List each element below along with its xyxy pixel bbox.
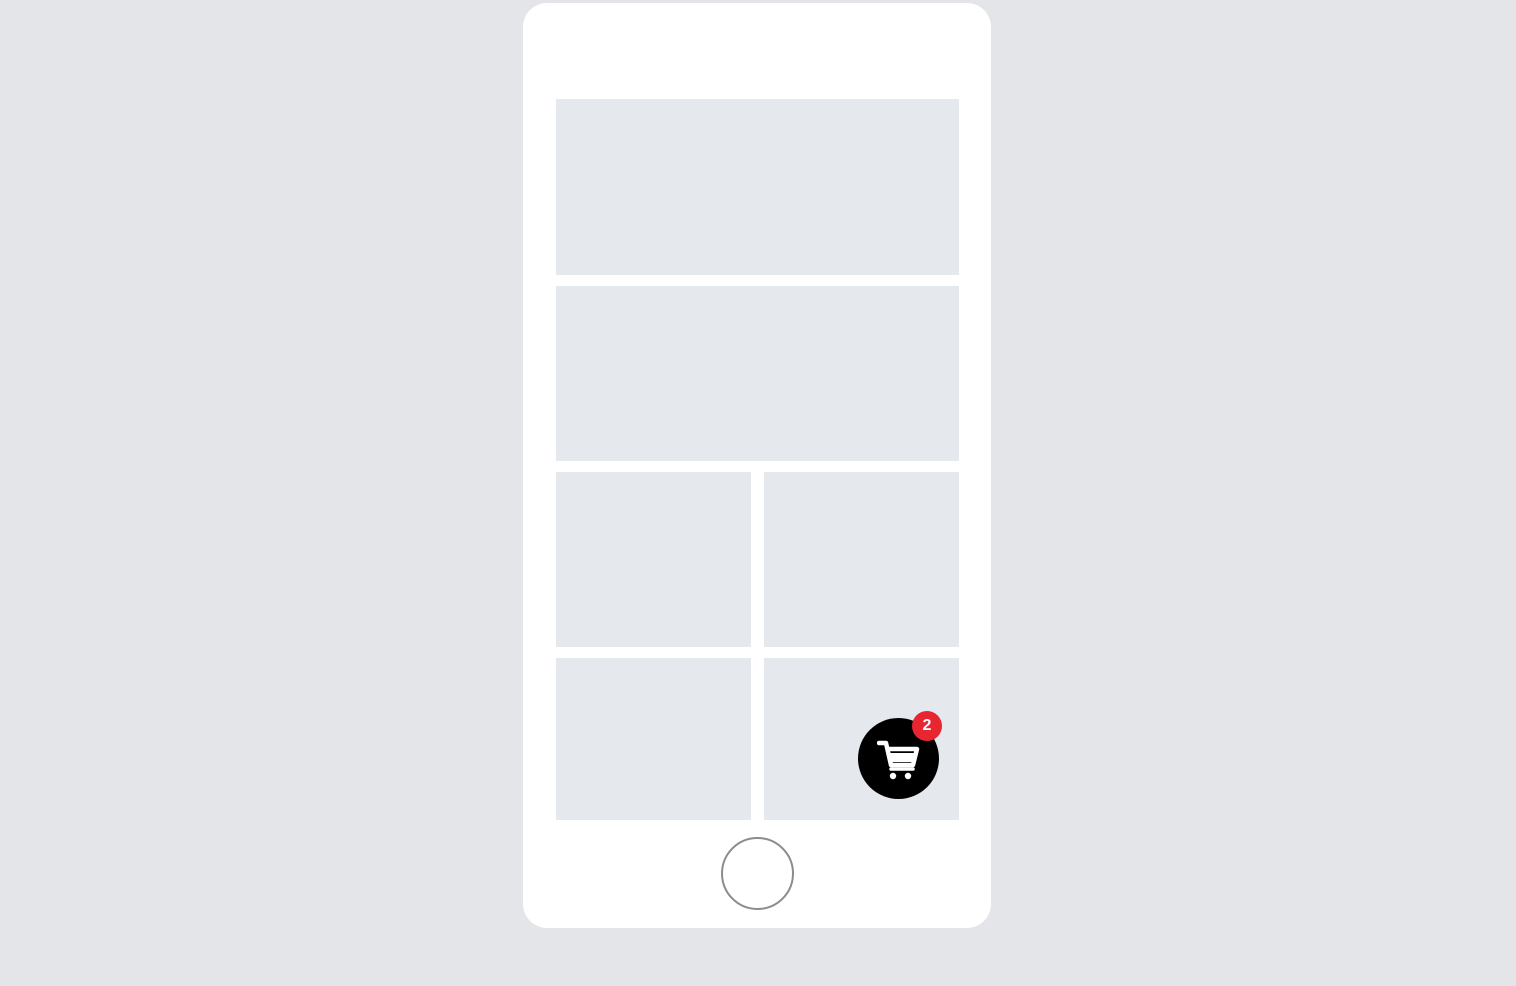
home-button[interactable] bbox=[721, 837, 794, 910]
product-grid bbox=[556, 99, 959, 820]
product-card-placeholder[interactable] bbox=[556, 286, 959, 461]
shopping-cart-icon bbox=[877, 740, 920, 780]
product-card-placeholder[interactable] bbox=[556, 472, 751, 647]
product-card-placeholder[interactable] bbox=[556, 99, 959, 275]
phone-frame: 2 bbox=[523, 3, 991, 928]
product-card-placeholder[interactable] bbox=[764, 472, 959, 647]
cart-count-badge: 2 bbox=[912, 711, 942, 741]
product-card-placeholder[interactable] bbox=[556, 658, 751, 820]
